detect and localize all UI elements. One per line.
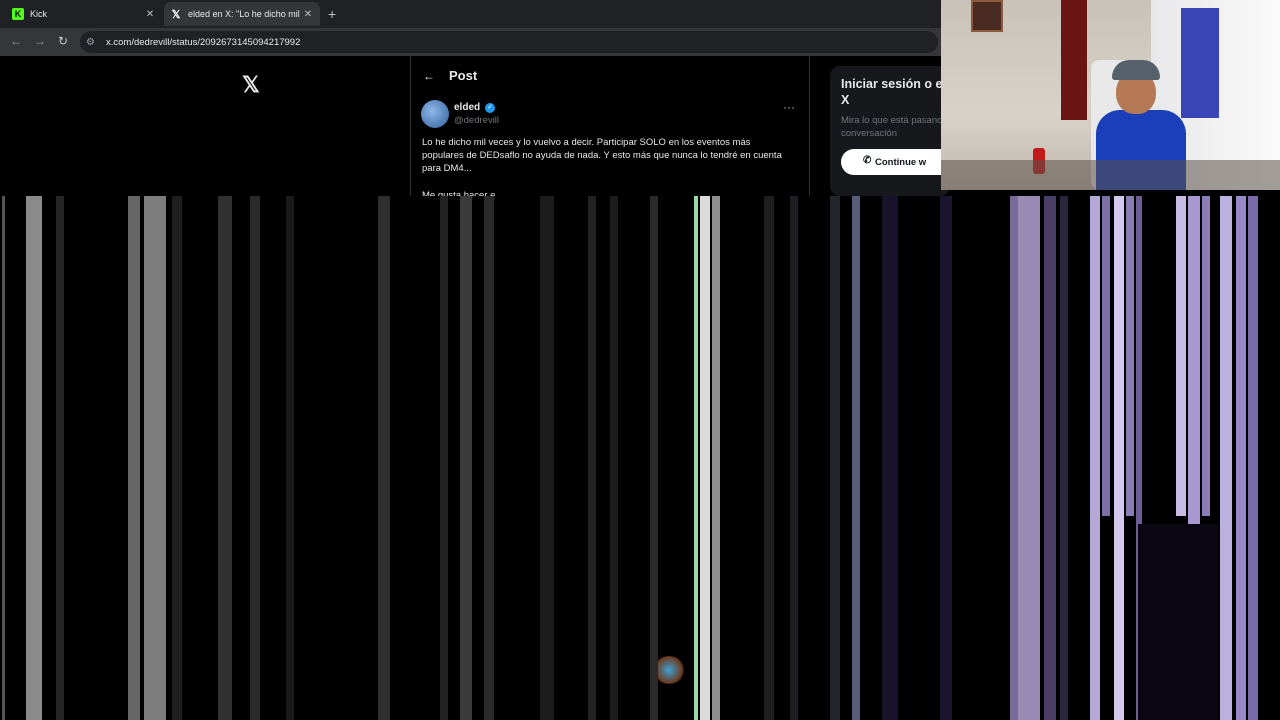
login-card: Iniciar sesión o en X Mira lo que está p… bbox=[830, 66, 950, 196]
glitch-bar bbox=[1248, 196, 1258, 720]
site-info-icon[interactable]: ⚙ bbox=[86, 37, 100, 48]
verified-badge-icon: ✓ bbox=[485, 103, 495, 113]
glitch-bar bbox=[1202, 196, 1210, 516]
glitch-bar bbox=[172, 196, 182, 720]
new-tab-button[interactable]: + bbox=[328, 6, 336, 22]
continue-with-phone-button[interactable]: ✆ Continue w bbox=[841, 149, 950, 175]
x-logo-icon: 𝕏 bbox=[171, 8, 181, 21]
glitch-bar bbox=[1010, 196, 1018, 720]
webcam-picture-frame bbox=[971, 0, 1003, 32]
webcam-red-curtain bbox=[1061, 0, 1087, 120]
glitch-bar bbox=[1176, 196, 1186, 516]
glitch-bar bbox=[1018, 196, 1040, 720]
tab-x-post[interactable]: 𝕏 elded en X: "Lo he dicho mil veces ✕ bbox=[164, 2, 320, 26]
glitch-bar bbox=[128, 196, 140, 720]
glitch-bar bbox=[882, 196, 898, 720]
glitch-bar bbox=[1126, 196, 1134, 516]
glitch-bar bbox=[1102, 196, 1110, 516]
glitch-bar bbox=[700, 196, 710, 720]
back-arrow-icon[interactable]: ← bbox=[10, 34, 22, 48]
glitch-bar bbox=[712, 196, 720, 720]
glitch-bar bbox=[940, 196, 952, 720]
glitch-bar bbox=[286, 196, 294, 720]
glitch-bar bbox=[378, 196, 390, 720]
post-text: Lo he dicho mil veces y lo vuelvo a deci… bbox=[422, 137, 782, 174]
back-arrow-icon[interactable]: ← bbox=[423, 69, 447, 83]
reload-icon[interactable]: ↻ bbox=[58, 34, 68, 48]
glitch-bar bbox=[26, 196, 42, 720]
post-column: ← Post elded ✓ @dedrevill ··· Lo he dich… bbox=[410, 56, 810, 201]
glitch-bar bbox=[440, 196, 448, 720]
phone-icon: ✆ bbox=[863, 155, 872, 166]
glitch-bar bbox=[1060, 196, 1068, 720]
continue-label: Continue w bbox=[875, 156, 927, 168]
x-logo-icon[interactable]: 𝕏 bbox=[242, 72, 260, 98]
glitch-artifact-area bbox=[0, 196, 1280, 720]
tab-kick[interactable]: K Kick ✕ bbox=[6, 2, 162, 26]
glitch-bar bbox=[1090, 196, 1100, 720]
glitch-bar bbox=[1044, 196, 1056, 720]
login-title: Iniciar sesión o en X bbox=[841, 77, 950, 107]
webcam-blue-curtain bbox=[1181, 8, 1219, 118]
author-handle[interactable]: @dedrevill bbox=[454, 115, 499, 126]
tab-title: Kick bbox=[30, 9, 48, 19]
glitch-bar bbox=[650, 196, 658, 720]
glitch-bar bbox=[1236, 196, 1246, 720]
glitch-bar bbox=[1114, 196, 1124, 720]
glitch-bar bbox=[144, 196, 166, 720]
address-bar[interactable]: ⚙ x.com/dedrevill/status/209267314509421… bbox=[80, 31, 938, 53]
glitch-bar bbox=[694, 196, 698, 720]
glitch-dark-block bbox=[1138, 524, 1218, 720]
glitch-bar bbox=[540, 196, 554, 720]
author-name[interactable]: elded bbox=[454, 102, 480, 113]
glitch-bar bbox=[460, 196, 472, 720]
glitch-bar bbox=[852, 196, 860, 720]
avatar[interactable] bbox=[421, 100, 449, 128]
kick-icon: K bbox=[12, 8, 24, 20]
glitch-bar bbox=[484, 196, 494, 720]
glitch-bar bbox=[610, 196, 618, 720]
more-options-icon[interactable]: ··· bbox=[783, 100, 795, 114]
tab-close-icon[interactable]: ✕ bbox=[302, 9, 314, 20]
post-header: ← Post bbox=[423, 68, 477, 83]
glitch-bar bbox=[1220, 196, 1232, 720]
url-text: x.com/dedrevill/status/20926731450942179… bbox=[106, 36, 301, 48]
webcam-overlay bbox=[941, 0, 1280, 190]
webcam-desk bbox=[941, 160, 1280, 190]
glitch-bar bbox=[2, 196, 5, 720]
glitch-bar bbox=[790, 196, 798, 720]
login-subtitle: Mira lo que está pasando conversación bbox=[841, 115, 948, 139]
glitch-bar bbox=[588, 196, 596, 720]
glitch-bar bbox=[56, 196, 64, 720]
webcam-cap bbox=[1112, 60, 1160, 80]
glitch-bar bbox=[830, 196, 840, 720]
forward-arrow-icon[interactable]: → bbox=[34, 34, 46, 48]
glitch-bar bbox=[218, 196, 232, 720]
page-title: Post bbox=[449, 68, 478, 83]
tab-title: elded en X: "Lo he dicho mil veces bbox=[188, 9, 302, 19]
glitch-bar bbox=[250, 196, 260, 720]
tab-close-icon[interactable]: ✕ bbox=[144, 9, 156, 20]
glitch-bar bbox=[764, 196, 774, 720]
